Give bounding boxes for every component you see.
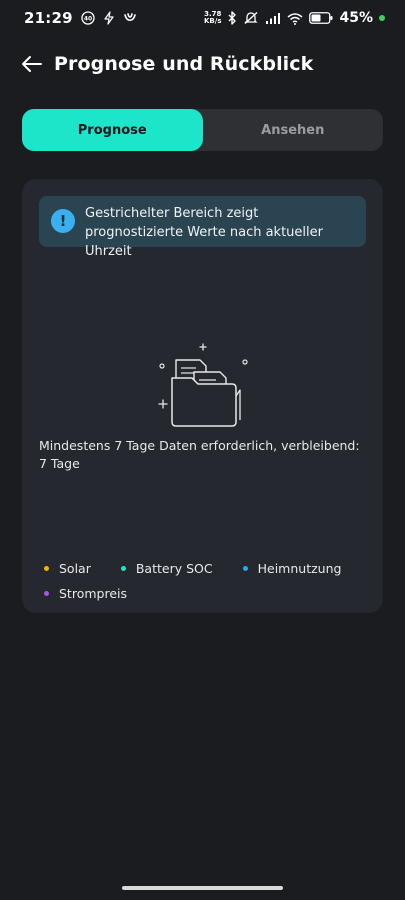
legend-dot-battery-soc — [120, 566, 126, 571]
arrow-left-icon — [22, 56, 42, 72]
screen: 21:29 40 3.78 KB/s 45% Prognose und Rück… — [0, 0, 405, 900]
header: Prognose und Rückblick — [0, 44, 405, 84]
chart-legend: Solar Battery SOC Heimnutzung Strompreis — [44, 556, 374, 606]
legend-label: Battery SOC — [135, 561, 213, 576]
legend-item-battery-soc: Battery SOC — [120, 561, 213, 576]
mute-icon — [243, 11, 259, 25]
app-icon — [123, 11, 137, 25]
svg-text:40: 40 — [84, 16, 92, 23]
status-left: 21:29 40 — [24, 9, 137, 27]
forecast-card: ! Gestrichelter Bereich zeigt prognostiz… — [22, 179, 383, 613]
net-speed-unit: KB/s — [204, 17, 222, 25]
net-speed: 3.78 KB/s — [204, 11, 221, 25]
legend-dot-solar — [44, 566, 49, 571]
legend-label: Solar — [59, 561, 91, 576]
back-button[interactable] — [20, 52, 44, 76]
legend-item-solar: Solar — [44, 561, 91, 576]
bolt-icon — [103, 11, 115, 25]
battery-percent: 45% — [339, 10, 373, 26]
empty-state-message: Mindestens 7 Tage Daten erforderlich, ve… — [39, 438, 360, 471]
battery-icon — [309, 12, 333, 24]
status-bar: 21:29 40 3.78 KB/s 45% — [0, 0, 405, 36]
notification-40-icon: 40 — [81, 11, 95, 25]
status-time: 21:29 — [24, 9, 73, 27]
signal-icon — [265, 12, 281, 24]
legend-row: Strompreis — [44, 581, 374, 606]
bluetooth-icon — [227, 11, 237, 25]
legend-item-strompreis: Strompreis — [44, 586, 127, 601]
legend-label: Strompreis — [59, 586, 127, 601]
tab-prognose[interactable]: Prognose — [22, 109, 203, 151]
charging-dot — [379, 15, 385, 21]
legend-item-heimnutzung: Heimnutzung — [242, 561, 342, 576]
empty-folder-icon — [158, 342, 250, 428]
tab-bar: Prognose Ansehen — [22, 109, 383, 151]
legend-dot-heimnutzung — [242, 566, 248, 571]
tab-ansehen[interactable]: Ansehen — [203, 109, 384, 151]
legend-row: Solar Battery SOC Heimnutzung — [44, 556, 374, 581]
legend-dot-strompreis — [44, 591, 49, 596]
exclamation-icon: ! — [51, 209, 75, 233]
page-title: Prognose und Rückblick — [54, 53, 314, 75]
info-banner: ! Gestrichelter Bereich zeigt prognostiz… — [39, 196, 366, 259]
home-indicator[interactable] — [122, 886, 283, 890]
info-text: Gestrichelter Bereich zeigt prognostizie… — [85, 206, 323, 259]
wifi-icon — [287, 12, 303, 25]
status-right: 3.78 KB/s 45% — [204, 10, 385, 26]
legend-label: Heimnutzung — [257, 561, 342, 576]
